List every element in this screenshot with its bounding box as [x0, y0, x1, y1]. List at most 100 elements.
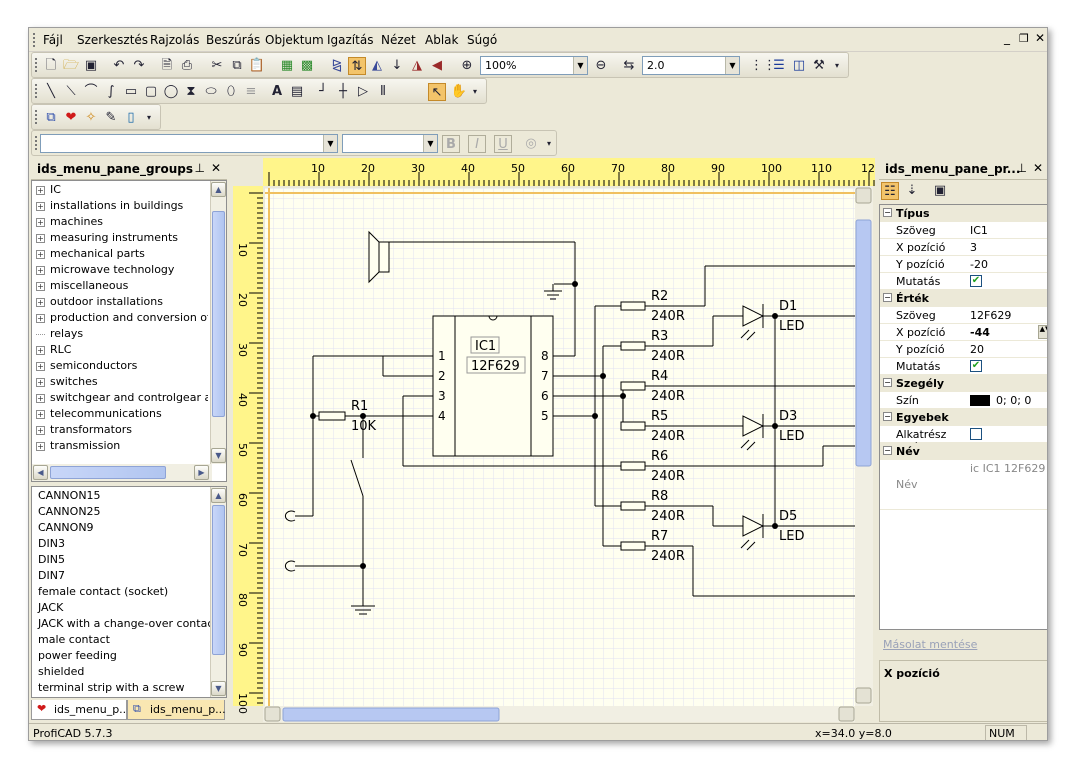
font-size-select[interactable]: ▼	[342, 134, 438, 153]
scroll-down-icon[interactable]	[855, 687, 872, 704]
zoom-select[interactable]: 100% ▼	[480, 56, 588, 75]
menu-window[interactable]: Ablak	[425, 33, 458, 47]
scroll-left-icon[interactable]	[264, 706, 281, 722]
menu-insert[interactable]: Beszúrás	[206, 33, 260, 47]
bold-icon[interactable]: B	[442, 135, 460, 153]
property-checkbox[interactable]: ✔	[970, 275, 982, 287]
component-icon[interactable]: ⧉	[42, 109, 60, 127]
hand-pan-icon[interactable]: ✋	[450, 83, 468, 101]
groups-tree-scrollbar[interactable]: ▲ ▼	[210, 181, 226, 464]
property-row[interactable]: Név ic IC1 12F629	[880, 460, 1047, 510]
copy-icon[interactable]: ⧉	[228, 57, 246, 75]
r3-resistor[interactable]	[620, 341, 646, 351]
polyline-tool-icon[interactable]: ⟍	[62, 83, 80, 101]
r4-resistor[interactable]	[620, 381, 646, 391]
tab-groups[interactable]: ⧉ ids_menu_p...	[127, 700, 226, 720]
tree-item[interactable]: + transmission	[36, 439, 208, 455]
scroll-right-icon[interactable]: ▶	[194, 465, 209, 480]
redo-icon[interactable]: ↷	[130, 57, 148, 75]
edit-note-icon[interactable]: ✎	[102, 109, 120, 127]
scroll-down-icon[interactable]: ▼	[211, 681, 226, 696]
tree-item[interactable]: + mechanical parts	[36, 247, 208, 263]
save-icon[interactable]: ▣	[82, 57, 100, 75]
ellipse-tool-icon[interactable]: ◯	[162, 83, 180, 101]
tree-item[interactable]: + measuring instruments	[36, 231, 208, 247]
underline-icon[interactable]: U	[494, 135, 512, 153]
tree-item[interactable]: + telecommunications	[36, 407, 208, 423]
property-row[interactable]: Alkatrész listát	[880, 426, 1047, 454]
menu-align[interactable]: Igazítás	[327, 33, 373, 47]
tree-item[interactable]: + miscellaneous	[36, 279, 208, 295]
line-width-select[interactable]: 2.0 ▼	[642, 56, 740, 75]
property-row[interactable]: Mutatás ✔	[880, 273, 1047, 290]
tree-item[interactable]: + switches	[36, 375, 208, 391]
property-row[interactable]: X pozíció ▲▼ -44	[880, 324, 1047, 341]
tree-item[interactable]: + outdoor installations	[36, 295, 208, 311]
categorized-view-icon[interactable]: ☷	[881, 182, 899, 200]
chevron-down-icon[interactable]: ▼	[573, 57, 587, 74]
hourglass-tool-icon[interactable]: ⧗	[182, 83, 200, 101]
symbol-list-item[interactable]: DIN7	[38, 569, 65, 585]
layout-rows-icon[interactable]: ☰	[770, 57, 788, 75]
image-icon[interactable]: ▩	[298, 57, 316, 75]
tree-item[interactable]: relays	[36, 327, 208, 343]
scroll-up-icon[interactable]	[855, 187, 872, 204]
bezier-tool-icon[interactable]: ∫	[102, 83, 120, 101]
toolbar-overflow-icon[interactable]: ▾	[144, 109, 154, 127]
expand-icon[interactable]: +	[36, 377, 45, 387]
scroll-left-icon[interactable]: ◀	[33, 465, 48, 480]
symbol-list-item[interactable]: power feeding	[38, 649, 117, 665]
rotate-down-icon[interactable]: ↓	[388, 57, 406, 75]
open-folder-icon[interactable]: 🗁	[62, 57, 80, 75]
rotate-left-icon[interactable]: ◮	[408, 57, 426, 75]
print-preview-icon[interactable]: 🗎	[158, 57, 176, 75]
rotate-right-icon[interactable]: ◀	[428, 57, 446, 75]
ellipse-rotated-tool-icon[interactable]: ⬭	[202, 83, 220, 101]
expand-icon[interactable]: +	[36, 409, 45, 419]
color-swatch[interactable]	[970, 395, 990, 406]
minimize-button[interactable]: _	[1004, 31, 1010, 45]
symbol-list-item[interactable]: terminal strip with a screw	[38, 681, 184, 697]
symbol-list-item[interactable]: DIN3	[38, 537, 65, 553]
tree-item[interactable]: + production and conversion of ele	[36, 311, 208, 327]
tree-item[interactable]: + RLC	[36, 343, 208, 359]
italic-icon[interactable]: I	[468, 135, 486, 153]
property-checkbox[interactable]	[970, 428, 982, 440]
menu-file[interactable]: Fájl	[43, 33, 63, 47]
property-category[interactable]: − Név	[880, 443, 1047, 460]
expand-icon[interactable]: +	[36, 425, 45, 435]
expand-icon[interactable]: +	[36, 201, 45, 211]
expand-icon[interactable]: +	[36, 249, 45, 259]
rectangle-tool-icon[interactable]: ▭	[122, 83, 140, 101]
label-tool-icon[interactable]: ▷	[354, 83, 372, 101]
collapse-icon[interactable]: −	[883, 208, 892, 217]
select-pointer-icon[interactable]: ↖	[428, 83, 446, 101]
tree-item[interactable]: + semiconductors	[36, 359, 208, 375]
property-row[interactable]: Szöveg 12F629	[880, 307, 1047, 324]
symbol-list-item[interactable]: male contact	[38, 633, 110, 649]
flip-vertical-icon[interactable]: ⇅	[348, 57, 366, 75]
pin-icon[interactable]: ⊥	[1017, 161, 1027, 175]
symbol-list-item[interactable]: DIN5	[38, 553, 65, 569]
tools-icon[interactable]: ⚒	[810, 57, 828, 75]
zoom-out-icon[interactable]: ⊖	[592, 57, 610, 75]
toolbar-overflow-icon[interactable]: ▾	[544, 135, 554, 153]
scroll-thumb[interactable]	[212, 505, 225, 655]
symbol-list-item[interactable]: shielded	[38, 665, 84, 681]
collapse-icon[interactable]: −	[883, 412, 892, 421]
expand-icon[interactable]: +	[36, 361, 45, 371]
property-row[interactable]: Y pozíció -20	[880, 256, 1047, 273]
new-file-icon[interactable]: 🗋	[42, 57, 60, 75]
text-block-tool-icon[interactable]: ▤	[288, 83, 306, 101]
scroll-up-icon[interactable]: ▲	[211, 182, 226, 197]
scroll-thumb[interactable]	[855, 219, 872, 467]
expand-icon[interactable]: +	[36, 297, 45, 307]
property-row[interactable]: Y pozíció 20	[880, 341, 1047, 358]
close-button[interactable]: ✕	[1035, 31, 1045, 45]
layout-columns-icon[interactable]: ◫	[790, 57, 808, 75]
cut-icon[interactable]: ✂	[208, 57, 226, 75]
symbol-list-item[interactable]: CANNON9	[38, 521, 94, 537]
collapse-icon[interactable]: −	[883, 378, 892, 387]
symbol-list-item[interactable]: female contact (socket)	[38, 585, 168, 601]
scroll-right-icon[interactable]	[838, 706, 855, 722]
